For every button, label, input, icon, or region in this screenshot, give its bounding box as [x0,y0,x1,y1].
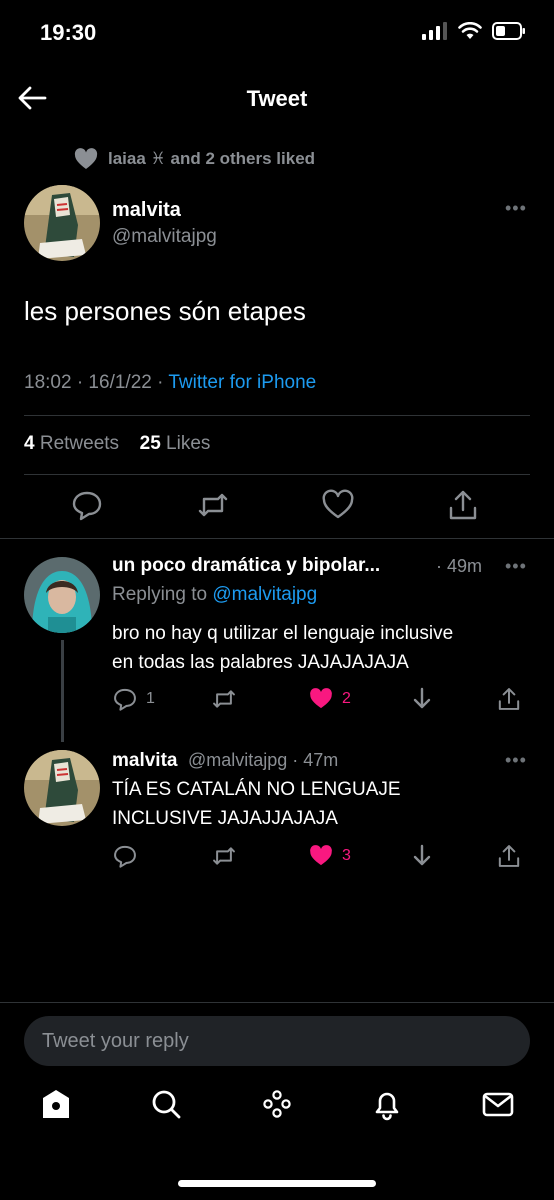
like-action[interactable]: 2 [308,686,351,712]
reply-text: TÍA ES CATALÁN NO LENGUAJE INCLUSIVE JAJ… [112,775,401,833]
liked-text: laiaa ♓︎ and 2 others liked [108,149,316,168]
status-bar: 19:30 [0,0,554,64]
reply-text: bro no hay q utilizar el lenguaje inclus… [112,619,453,677]
reply-actions: 3 [0,843,554,873]
divider [24,474,530,475]
home-indicator[interactable] [178,1180,376,1187]
like-action[interactable]: 3 [308,843,351,869]
more-icon[interactable]: ••• [505,556,527,577]
retweet-action[interactable] [211,686,237,712]
page-title: Tweet [246,86,308,111]
retweet-icon [213,690,235,708]
like-count: 3 [342,847,351,864]
reply-icon [114,845,136,868]
likes-label: Likes [160,433,211,454]
replying-to: Replying to @malvitajpg [112,584,317,606]
reply-count: 1 [146,690,155,707]
share-icon [498,688,520,710]
retweet-icon [213,847,235,865]
divider [24,415,530,416]
author-name[interactable]: malvita [112,199,181,222]
tweet-timestamp: 18:02 · 16/1/22 · [24,372,169,393]
divider [0,1002,554,1003]
compose-placeholder: Tweet your reply [42,1030,189,1052]
tweet-actions [0,488,554,528]
avatar[interactable] [24,185,100,261]
reply-text-line: TÍA ES CATALÁN NO LENGUAJE [112,779,401,800]
tweet-source-link[interactable]: Twitter for iPhone [168,372,316,393]
reply-handle-time: @malvitajpg · 47m [187,750,339,770]
retweets-count: 4 [24,433,35,454]
downvote-action[interactable] [409,843,435,869]
downvote-icon [413,687,431,709]
heart-icon [74,148,98,169]
reply-icon [114,688,136,711]
reply-compose-input[interactable]: Tweet your reply [24,1016,530,1066]
share-action[interactable] [496,686,522,712]
retweet-action[interactable] [211,843,237,869]
reply-time: · 49m [436,556,483,576]
replying-handle[interactable]: @malvitajpg [212,584,317,605]
reply-action[interactable]: 1 [112,686,155,712]
status-time: 19:30 [40,20,97,45]
likes-count: 25 [139,433,161,454]
reply-text-line: INCLUSIVE JAJAJJAJAJA [112,808,338,829]
reply-author-name[interactable]: malvita [112,750,177,771]
avatar[interactable] [24,557,100,633]
share-icon[interactable] [446,488,480,522]
divider [0,538,554,539]
share-action[interactable] [496,843,522,869]
battery-icon [492,22,525,40]
search-icon[interactable] [148,1086,184,1122]
notifications-icon[interactable] [369,1086,405,1122]
reply-actions: 1 2 [0,686,554,716]
like-count: 2 [342,690,351,707]
like-icon[interactable] [321,488,355,522]
likes-stat[interactable]: 25 Likes [140,433,211,454]
share-icon [498,845,520,867]
downvote-icon [413,844,431,866]
reply-text-line: bro no hay q utilizar el lenguaje inclus… [112,623,454,644]
reply-header: malvita @malvitajpg · 47m [112,750,338,772]
reply-author-name[interactable]: un poco dramática y bipolar... [112,555,422,577]
retweet-icon[interactable] [196,488,230,522]
status-icons [422,22,526,40]
heart-filled-icon [310,845,332,866]
top-nav: Tweet [0,76,554,120]
heart-filled-icon [310,688,332,709]
replying-label: Replying to [112,584,213,605]
tab-bar [0,1086,554,1146]
tweet-stats: 4 Retweets 25 Likes [24,433,210,455]
retweets-stat[interactable]: 4 Retweets [24,433,119,454]
reply-action[interactable] [112,843,138,869]
avatar[interactable] [24,750,100,826]
messages-icon[interactable] [480,1086,516,1122]
author-handle[interactable]: @malvitajpg [112,226,217,248]
spaces-icon[interactable] [259,1086,295,1122]
retweets-label: Retweets [34,433,120,454]
more-icon[interactable]: ••• [505,750,527,771]
downvote-action[interactable] [409,686,435,712]
tweet-meta: 18:02 · 16/1/22 · Twitter for iPhone [24,372,316,394]
social-context[interactable]: laiaa ♓︎ and 2 others liked [74,148,315,170]
reply-icon[interactable] [70,488,104,522]
wifi-icon [458,22,482,39]
more-icon[interactable]: ••• [505,198,527,219]
reply-text-line: en todas las palabres JAJAJAJAJA [112,652,409,673]
home-icon[interactable] [38,1086,74,1122]
signal-icon [422,22,447,40]
tweet-text: les persones són etapes [24,296,306,326]
